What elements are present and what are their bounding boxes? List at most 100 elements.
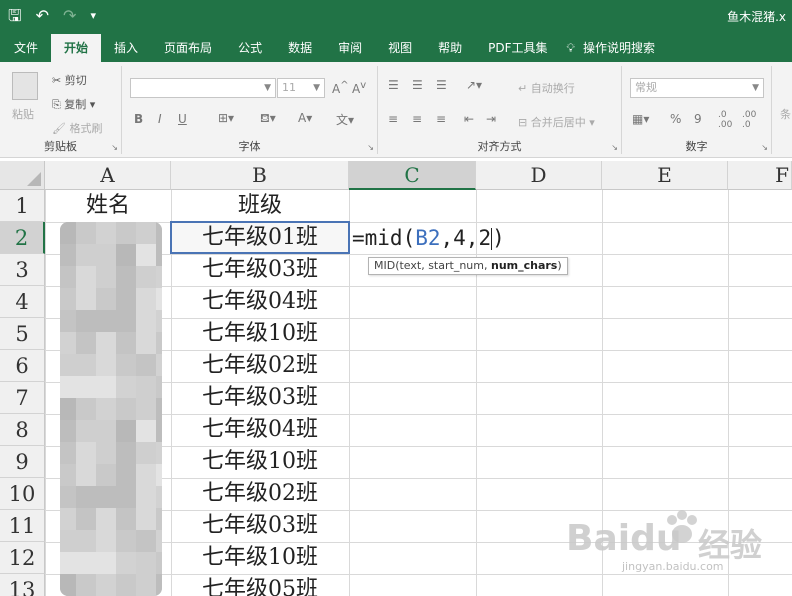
italic-icon[interactable]: I [158, 112, 162, 126]
currency-icon[interactable]: ▦▾ [632, 112, 649, 126]
bold-icon[interactable]: B [134, 112, 143, 126]
tab-pdf-tools[interactable]: PDF工具集 [475, 34, 560, 62]
cell-b11[interactable]: 七年级03班 [171, 510, 349, 542]
format-painter-button[interactable]: 🖌︎ 格式刷 [52, 120, 102, 136]
tab-file[interactable]: 文件 [0, 34, 51, 62]
decrease-font-icon[interactable]: Av [352, 80, 366, 96]
cell-b5[interactable]: 七年级10班 [171, 318, 349, 350]
mosaic-block [96, 376, 116, 398]
cell-b6[interactable]: 七年级02班 [171, 350, 349, 382]
customize-qat-icon[interactable]: ▾ [90, 5, 96, 27]
column-header-c[interactable]: C [349, 161, 476, 190]
comma-style-icon[interactable]: 9 [694, 112, 702, 126]
increase-indent-icon[interactable]: ⇥ [486, 112, 496, 126]
row-header-12[interactable]: 12 [0, 542, 45, 574]
row-header-8[interactable]: 8 [0, 414, 45, 446]
tab-view[interactable]: 视图 [375, 34, 425, 62]
mosaic-block [116, 354, 136, 376]
bottom-align-icon[interactable]: ☰ [436, 78, 447, 92]
decrease-decimal-icon[interactable]: .00.0 [742, 110, 756, 130]
font-size-select[interactable]: 11 ▼ [277, 78, 325, 98]
select-all-button[interactable] [0, 161, 45, 190]
align-center-icon[interactable]: ≡ [412, 112, 422, 126]
row-header-6[interactable]: 6 [0, 350, 45, 382]
row-header-3[interactable]: 3 [0, 254, 45, 286]
increase-decimal-icon[interactable]: .0.00 [718, 110, 732, 130]
wrap-text-button[interactable]: ↵ 自动换行 [518, 80, 575, 96]
dialog-launcher-icon[interactable]: ↘ [367, 143, 374, 152]
cell-b10[interactable]: 七年级02班 [171, 478, 349, 510]
decrease-indent-icon[interactable]: ⇤ [464, 112, 474, 126]
row-header-10[interactable]: 10 [0, 478, 45, 510]
mosaic-block [76, 354, 96, 376]
tab-page-layout[interactable]: 页面布局 [151, 34, 225, 62]
mosaic-block [136, 420, 156, 442]
column-header-e[interactable]: E [602, 161, 728, 190]
cell-a1[interactable]: 姓名 [45, 190, 171, 222]
dialog-launcher-icon[interactable]: ↘ [761, 143, 768, 152]
column-header-d[interactable]: D [476, 161, 602, 190]
cell-b3[interactable]: 七年级03班 [171, 254, 349, 286]
column-header-f[interactable]: F [728, 161, 792, 190]
dialog-launcher-icon[interactable]: ↘ [611, 143, 618, 152]
paste-button[interactable]: 粘贴 [12, 106, 34, 122]
align-right-icon[interactable]: ≡ [436, 112, 446, 126]
save-icon[interactable]: 🖫 [8, 5, 22, 27]
orientation-icon[interactable]: ↗▾ [466, 78, 482, 92]
undo-icon[interactable]: ↶ [36, 5, 49, 27]
tab-help[interactable]: 帮助 [425, 34, 475, 62]
cell-c2-formula[interactable]: =mid(B2,4,2) [352, 222, 505, 254]
conditional-format-button[interactable]: 条 [780, 106, 791, 122]
tab-home[interactable]: 开始 [51, 34, 102, 62]
row-header-5[interactable]: 5 [0, 318, 45, 350]
row-header-7[interactable]: 7 [0, 382, 45, 414]
cell-b12[interactable]: 七年级10班 [171, 542, 349, 574]
cell-b8[interactable]: 七年级04班 [171, 414, 349, 446]
tab-insert[interactable]: 插入 [101, 34, 151, 62]
tell-me-search[interactable]: 💡︎ 操作说明搜索 [561, 34, 668, 62]
mosaic-block [60, 244, 76, 266]
redo-icon[interactable]: ↷ [63, 5, 76, 27]
phonetic-icon[interactable]: 文▾ [336, 111, 354, 128]
mosaic-block [116, 398, 136, 420]
mosaic-block [136, 332, 156, 354]
middle-align-icon[interactable]: ☰ [412, 78, 423, 92]
cell-b9[interactable]: 七年级10班 [171, 446, 349, 478]
tab-formulas[interactable]: 公式 [225, 34, 275, 62]
paste-icon[interactable] [12, 72, 38, 100]
mosaic-block [60, 486, 76, 508]
font-color-icon[interactable]: A▾ [298, 111, 312, 125]
tab-review[interactable]: 审阅 [325, 34, 375, 62]
cell-b1[interactable]: 班级 [171, 190, 349, 222]
cell-b7[interactable]: 七年级03班 [171, 382, 349, 414]
underline-icon[interactable]: U [178, 112, 187, 126]
cell-b13[interactable]: 七年级05班 [171, 574, 349, 596]
cut-button[interactable]: ✂ 剪切 [52, 72, 87, 88]
font-name-select[interactable]: ▼ [130, 78, 276, 98]
column-header-b[interactable]: B [171, 161, 349, 190]
dialog-launcher-icon[interactable]: ↘ [111, 143, 118, 152]
mosaic-block [116, 376, 136, 398]
brush-icon: 🖌︎ [52, 122, 70, 135]
row-header-2[interactable]: 2 [0, 222, 45, 254]
copy-button[interactable]: ⎘ 复制 ▾ [52, 96, 95, 112]
mosaic-block [76, 398, 96, 420]
row-header-4[interactable]: 4 [0, 286, 45, 318]
column-header-a[interactable]: A [45, 161, 171, 190]
number-group: 常规 ▼ ▦▾ % 9 .0.00 .00.0 数字 ↘ [622, 66, 772, 154]
row-header-11[interactable]: 11 [0, 510, 45, 542]
function-tooltip[interactable]: MID(text, start_num, num_chars) [368, 257, 568, 275]
row-header-13[interactable]: 13 [0, 574, 45, 596]
top-align-icon[interactable]: ☰ [388, 78, 399, 92]
align-left-icon[interactable]: ≡ [388, 112, 398, 126]
increase-font-icon[interactable]: A^ [332, 80, 349, 96]
cell-b4[interactable]: 七年级04班 [171, 286, 349, 318]
row-header-1[interactable]: 1 [0, 190, 45, 222]
number-format-select[interactable]: 常规 ▼ [630, 78, 764, 98]
row-header-9[interactable]: 9 [0, 446, 45, 478]
tab-data[interactable]: 数据 [275, 34, 325, 62]
merge-center-button[interactable]: ⊟ 合并后居中 ▾ [518, 114, 595, 130]
borders-icon[interactable]: ⊞▾ [218, 111, 234, 125]
fill-color-icon[interactable]: ⛾▾ [260, 111, 276, 127]
percent-icon[interactable]: % [670, 112, 681, 126]
